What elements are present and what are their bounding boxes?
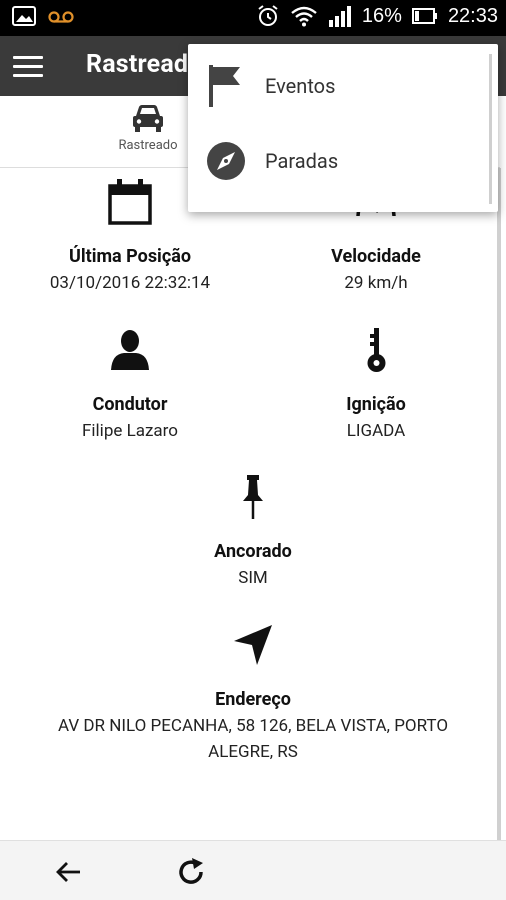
- address-value-line2: ALEGRE, RS: [208, 742, 298, 762]
- voicemail-icon: [48, 11, 74, 23]
- flag-icon: [209, 65, 240, 107]
- address-field: Endereço AV DR NILO PECANHA, 58 126, BEL…: [8, 621, 498, 762]
- speed-label: Velocidade: [331, 246, 421, 267]
- speed-value: 29 km/h: [344, 273, 408, 293]
- wifi-icon: [291, 6, 317, 27]
- ignition-field: Ignição LIGADA: [256, 326, 496, 441]
- anchored-field: Ancorado SIM: [133, 473, 373, 588]
- gallery-icon: [12, 6, 36, 26]
- bottom-bar: [0, 840, 506, 900]
- ignition-value: LIGADA: [346, 421, 406, 441]
- address-value-line1: AV DR NILO PECANHA, 58 126, BELA VISTA, …: [57, 716, 449, 736]
- anchored-label: Ancorado: [214, 541, 292, 562]
- arrow-left-icon[interactable]: [52, 855, 86, 889]
- pushpin-icon: [243, 475, 263, 519]
- menu-scrollbar[interactable]: [489, 54, 492, 204]
- menu-item-paradas[interactable]: Paradas: [188, 124, 498, 198]
- calendar-icon: [108, 179, 152, 225]
- status-bar: 16% 22:33: [0, 0, 506, 36]
- alarm-icon: [258, 5, 278, 26]
- driver-value: Filipe Lazaro: [82, 421, 178, 441]
- navigation-arrow-icon: [234, 625, 272, 665]
- battery-percent: 16%: [361, 4, 402, 27]
- status-left-icons: [12, 6, 74, 26]
- key-icon: [367, 328, 386, 372]
- overflow-menu: Eventos Paradas: [188, 44, 498, 212]
- clock: 22:33: [447, 4, 498, 27]
- compass-icon: [207, 142, 245, 180]
- battery-icon: [411, 8, 437, 24]
- address-label: Endereço: [215, 689, 291, 710]
- driver-field: Condutor Filipe Lazaro: [10, 326, 250, 441]
- status-right-icons: 16% 22:33: [256, 4, 498, 28]
- signal-icon: [328, 6, 351, 27]
- driver-label: Condutor: [92, 394, 168, 415]
- hamburger-menu-icon[interactable]: [10, 48, 46, 84]
- menu-item-eventos[interactable]: Eventos: [188, 49, 498, 123]
- menu-item-label: Paradas: [265, 149, 339, 173]
- ignition-label: Ignição: [346, 394, 406, 415]
- anchored-value: SIM: [238, 568, 268, 588]
- page-title: Rastreado: [86, 50, 203, 79]
- refresh-icon[interactable]: [174, 855, 208, 889]
- last-position-label: Última Posição: [68, 246, 191, 267]
- last-position-value: 03/10/2016 22:32:14: [49, 273, 211, 293]
- car-icon: [133, 105, 163, 132]
- menu-item-label: Eventos: [265, 74, 336, 98]
- person-icon: [111, 330, 149, 370]
